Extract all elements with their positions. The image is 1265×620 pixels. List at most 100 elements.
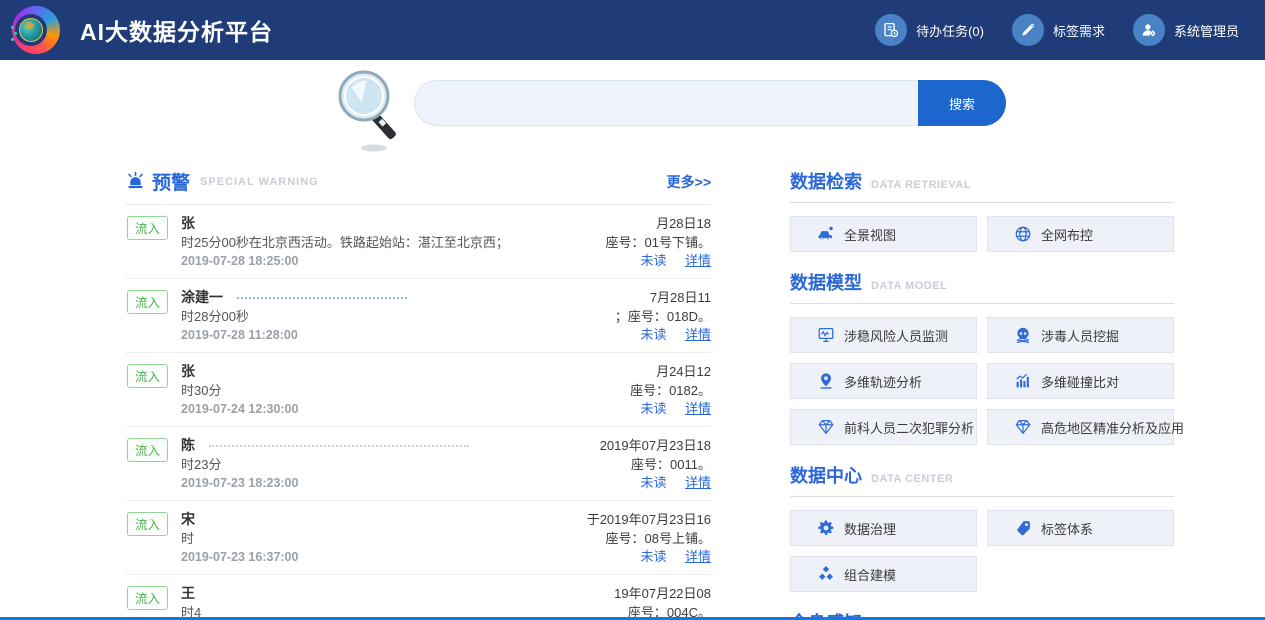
warning-seat-text: 座号：08号上铺。 [551,529,711,548]
unread-link[interactable]: 未读 [641,475,667,490]
skull-icon [1014,326,1032,344]
magnifier-graphic [336,68,408,154]
section-subtitle: DATA CENTER [871,473,953,485]
inflow-badge: 流入 [127,512,168,536]
panel-button-label: 多维碰撞比对 [1041,372,1119,391]
panel-button[interactable]: 高危地区精准分析及应用 [987,409,1174,445]
header-nav-item[interactable]: 标签需求 [1012,14,1105,46]
panel-section: 数据检索 DATA RETRIEVAL 全景视图 全网布控 [790,168,1174,252]
gem-icon [817,418,835,436]
section-title: 数据模型 [790,269,862,295]
redaction-marks [237,297,407,299]
header-nav-item[interactable]: 系统管理员 [1133,14,1239,46]
warning-detail-text: 时 [181,529,551,548]
detail-link[interactable]: 详情 [685,401,711,416]
cubes-icon [817,565,835,583]
warning-seat-text: 座号：01号下铺。 [551,233,711,252]
warning-timestamp: 2019-07-28 11:28:00 [181,326,551,344]
detail-link[interactable]: 详情 [685,475,711,490]
unread-link[interactable]: 未读 [641,549,667,564]
warning-list-item[interactable]: 流入 涂建一 时28分00秒 2019-07-28 11:28:00 7月28日… [125,279,711,353]
unread-link[interactable]: 未读 [641,253,667,268]
car-person-icon [817,225,835,243]
panel-button[interactable]: 全网布控 [987,216,1174,252]
warning-list-item[interactable]: 流入 陈 时23分 2019-07-23 18:23:00 2019年07月23… [125,427,711,501]
panel-button-label: 高危地区精准分析及应用 [1041,418,1184,437]
warning-person-name: 宋 [181,511,195,527]
monitor-wave-icon [817,326,835,344]
panel-button-label: 涉毒人员挖掘 [1041,326,1119,345]
warning-date-text: 于2019年07月23日16 [551,510,711,529]
header-nav-label: 标签需求 [1053,21,1105,40]
warning-seat-text: 座号：0011。 [551,455,711,474]
warning-detail-text: 时25分00秒在北京西活动。铁路起始站：湛江至北京西； [181,233,551,252]
warning-person-name: 陈 [181,437,195,453]
warning-timestamp: 2019-07-28 18:25:00 [181,252,551,270]
warning-list-item[interactable]: 流入 王 时4 2019-07-22 08:42:00 19年07月22日08 … [125,575,711,620]
header-nav-label: 系统管理员 [1174,21,1239,40]
warning-list-item[interactable]: 流入 张 时30分 2019-07-24 12:30:00 月24日12 座号：… [125,353,711,427]
warning-date-text: 7月28日11 [551,288,711,307]
panel-button[interactable]: 涉毒人员挖掘 [987,317,1174,353]
detail-link[interactable]: 详情 [685,549,711,564]
inflow-badge: 流入 [127,438,168,462]
app-logo-icon [12,6,60,54]
panel-button[interactable]: 全景视图 [790,216,977,252]
inflow-badge: 流入 [127,290,168,314]
warning-person-name: 张 [181,363,195,379]
warning-person-name: 张 [181,215,195,231]
globe-icon [19,18,43,42]
redaction-marks [209,445,469,447]
warning-seat-text: ；座号：018D。 [551,307,711,326]
function-panels: 数据检索 DATA RETRIEVAL 全景视图 全网布控 数据模型 DATA … [790,168,1174,620]
warning-list: 流入 张 时25分00秒在北京西活动。铁路起始站：湛江至北京西； 2019-07… [125,205,711,620]
gear-icon [817,519,835,537]
warning-header: 预警 SPECIAL WARNING 更多>> [125,168,711,205]
unread-link[interactable]: 未读 [641,401,667,416]
unread-link[interactable]: 未读 [641,327,667,342]
warning-seat-text: 座号：0182。 [551,381,711,400]
gem-icon [1014,418,1032,436]
logo-dots [11,26,17,42]
warning-subtitle: SPECIAL WARNING [200,176,319,188]
page: AI大数据分析平台 待办任务(0) 标签需求 系统管理员 搜索 [0,0,1265,620]
panel-button-label: 全网布控 [1041,225,1093,244]
warning-list-item[interactable]: 流入 张 时25分00秒在北京西活动。铁路起始站：湛江至北京西； 2019-07… [125,205,711,279]
panel-button[interactable]: 多维轨迹分析 [790,363,977,399]
search-input[interactable] [414,80,918,126]
panel-button-label: 多维轨迹分析 [844,372,922,391]
panel-button-label: 组合建模 [844,565,896,584]
warning-timestamp: 2019-07-23 18:23:00 [181,474,551,492]
panel-button-label: 全景视图 [844,225,896,244]
warning-date-text: 月24日12 [551,362,711,381]
panel-section: 数据中心 DATA CENTER 数据治理 标签体系 组合建模 [790,462,1174,592]
todo-icon [875,14,907,46]
header-nav-item[interactable]: 待办任务(0) [875,14,984,46]
search-bar: 搜索 [414,80,1006,126]
inflow-badge: 流入 [127,364,168,388]
panel-button-label: 数据治理 [844,519,896,538]
bar-chart-icon [1014,372,1032,390]
panel-button[interactable]: 多维碰撞比对 [987,363,1174,399]
app-title: AI大数据分析平台 [80,13,273,47]
admin-icon [1133,14,1165,46]
warning-person-name: 王 [181,585,195,601]
panel-button[interactable]: 前科人员二次犯罪分析 [790,409,977,445]
siren-icon [125,171,146,192]
panel-button[interactable]: 涉稳风险人员监测 [790,317,977,353]
more-link[interactable]: 更多>> [667,172,711,192]
location-pin-icon [817,372,835,390]
warning-person-name: 涂建一 [181,289,223,305]
warning-detail-text: 时28分00秒 [181,307,551,326]
panel-button[interactable]: 标签体系 [987,510,1174,546]
panel-button[interactable]: 数据治理 [790,510,977,546]
panel-button[interactable]: 组合建模 [790,556,977,592]
section-title: 数据检索 [790,168,862,194]
search-button[interactable]: 搜索 [918,80,1006,126]
detail-link[interactable]: 详情 [685,253,711,268]
panel-button-label: 前科人员二次犯罪分析 [844,418,974,437]
panel-section: 数据模型 DATA MODEL 涉稳风险人员监测 涉毒人员挖掘 多维轨迹分析 多… [790,269,1174,445]
warning-list-item[interactable]: 流入 宋 时 2019-07-23 16:37:00 于2019年07月23日1… [125,501,711,575]
detail-link[interactable]: 详情 [685,327,711,342]
warning-title: 预警 [152,168,190,195]
